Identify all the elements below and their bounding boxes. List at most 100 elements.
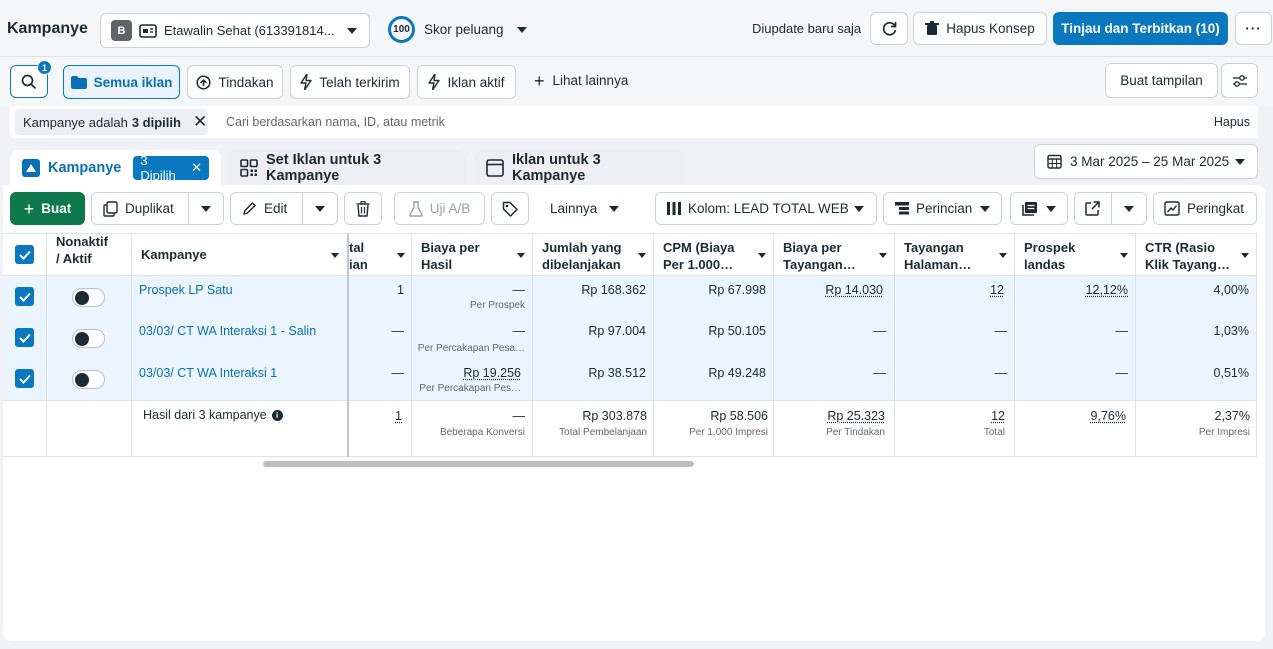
filter-chip[interactable]: Kampanye adalah 3 dipilih ✕ [15, 109, 208, 135]
ad-window-icon [486, 159, 504, 177]
breakdown-label: Perincian [916, 201, 973, 216]
columns-dropdown[interactable]: Kolom: LEAD TOTAL WEB [655, 192, 877, 225]
breakdown-dropdown[interactable]: Perincian [883, 192, 1002, 225]
account-selector[interactable]: B Etawalin Sehat (613391814... [100, 13, 370, 48]
info-icon[interactable]: i [271, 409, 283, 421]
publish-button[interactable]: Tinjau dan Terbitkan (10) [1053, 12, 1228, 45]
refresh-button[interactable] [870, 12, 908, 45]
export-button[interactable] [1074, 192, 1147, 225]
view-settings-button[interactable] [1221, 63, 1258, 98]
campaign-name-link[interactable]: 03/03/ CT WA Interaksi 1 [139, 366, 277, 380]
header-cost-per-result[interactable]: Biaya per Hasil [421, 239, 480, 282]
sort-chevron-icon[interactable] [1241, 253, 1249, 258]
header-cost-per-view[interactable]: Biaya per Tayangan… [783, 239, 856, 282]
campaign-toggle[interactable] [72, 329, 105, 348]
chevron-down-icon[interactable] [1124, 206, 1134, 212]
tab-actions[interactable]: Tindakan [187, 65, 283, 99]
header-toggle[interactable]: Nonaktif / Aktif [56, 233, 108, 276]
cost-per-result-value: — [512, 324, 526, 338]
summary-cost-per-result: — [512, 409, 526, 423]
more-icon: ··· [1245, 21, 1262, 36]
results-value: — [391, 324, 405, 338]
opportunity-score[interactable]: 100 Skor peluang [388, 16, 527, 43]
select-all-checkbox[interactable] [15, 245, 34, 264]
header-amount-spent[interactable]: Jumlah yang dibelanjakan [542, 239, 621, 282]
campaign-toggle[interactable] [72, 288, 105, 307]
search-icon [21, 74, 37, 90]
delete-button[interactable] [344, 192, 382, 225]
campaign-name-link[interactable]: 03/03/ CT WA Interaksi 1 - Salin [139, 324, 316, 338]
header-results[interactable]: tal ian [349, 239, 368, 282]
search-input[interactable]: Cari berdasarkan nama, ID, atau metrik [226, 115, 445, 129]
sliders-icon [1232, 74, 1248, 88]
summary-cost-per-view: Rp 25.323 [827, 409, 885, 423]
chevron-down-icon [516, 26, 527, 33]
summary-results: 1 [395, 409, 402, 423]
sort-chevron-icon[interactable] [397, 253, 405, 258]
filter-chip-value: 3 dipilih [131, 114, 181, 130]
ab-test-button[interactable]: Uji A/B [394, 192, 485, 225]
sort-chevron-icon[interactable] [517, 253, 525, 258]
chevron-down-icon [980, 206, 990, 212]
row-checkbox[interactable] [15, 369, 34, 388]
selected-badge[interactable]: 3 Dipilih ✕ [133, 153, 209, 183]
header-page-views[interactable]: Tayangan Halaman… [904, 239, 971, 282]
tab-active-ads[interactable]: Iklan aktif [417, 65, 516, 99]
horizontal-scrollbar[interactable] [263, 461, 694, 467]
see-more-label: Lihat lainnya [552, 73, 629, 88]
tab-adsets-label: Set Iklan untuk 3 Kampanye [266, 152, 382, 184]
sort-chevron-icon[interactable] [331, 253, 339, 258]
see-more-button[interactable]: + Lihat lainnya [534, 72, 629, 90]
chevron-down-icon[interactable] [201, 206, 211, 212]
tab-adsets[interactable]: Set Iklan untuk 3 Kampanye [228, 150, 466, 186]
close-icon[interactable]: ✕ [191, 160, 202, 176]
campaign-toggle[interactable] [72, 370, 105, 389]
arrow-up-circle-icon [196, 74, 212, 90]
tab-campaigns[interactable]: Kampanye 3 Dipilih ✕ [10, 150, 221, 186]
summary-label: Hasil dari 3 kampanye i [143, 408, 283, 422]
chevron-down-icon [1235, 159, 1245, 165]
sort-chevron-icon[interactable] [638, 253, 646, 258]
sort-chevron-icon[interactable] [879, 253, 887, 258]
sort-chevron-icon[interactable] [1120, 253, 1128, 258]
ranking-button[interactable]: Peringkat [1153, 192, 1257, 225]
plus-icon: + [23, 198, 35, 219]
score-gauge-icon: 100 [388, 16, 415, 43]
sort-chevron-icon[interactable] [758, 253, 766, 258]
row-checkbox[interactable] [15, 287, 34, 306]
more-options-button[interactable]: ··· [1235, 12, 1272, 45]
cost-per-result-subtext: Per Percakapan Pes… [419, 383, 521, 394]
tab-campaigns-label: Kampanye [48, 160, 122, 176]
edit-button[interactable]: Edit [230, 192, 338, 225]
row-checkbox[interactable] [15, 328, 34, 347]
reports-dropdown[interactable] [1010, 192, 1068, 225]
ctr-value: 0,51% [1213, 366, 1249, 380]
tab-delivered[interactable]: Telah terkirim [290, 65, 410, 99]
chevron-down-icon[interactable] [315, 206, 325, 212]
reports-icon [1022, 201, 1037, 216]
close-icon[interactable]: ✕ [193, 113, 207, 130]
delete-draft-button[interactable]: Hapus Konsep [913, 12, 1047, 45]
more-actions-dropdown[interactable]: Lainnya [550, 201, 620, 216]
header-cpm[interactable]: CPM (Biaya Per 1.000… [663, 239, 735, 282]
campaign-name-link[interactable]: Prospek LP Satu [139, 283, 233, 297]
sort-chevron-icon[interactable] [999, 253, 1007, 258]
chevron-down-icon [1046, 206, 1056, 212]
header-ctr[interactable]: CTR (Rasio Klik Tayang… [1145, 239, 1230, 282]
tab-ads[interactable]: Iklan untuk 3 Kampanye [474, 150, 684, 186]
trend-chart-icon [1164, 201, 1180, 216]
duplicate-button[interactable]: Duplikat [91, 192, 224, 225]
date-range-picker[interactable]: 3 Mar 2025 – 25 Mar 2025 [1034, 144, 1258, 179]
cpm-value: Rp 49.248 [708, 366, 766, 380]
leads-value: 12,12% [1085, 283, 1128, 297]
tag-button[interactable] [491, 192, 529, 225]
create-button[interactable]: + Buat [10, 192, 85, 225]
tab-all-ads[interactable]: Semua iklan [63, 65, 180, 99]
summary-page-views-subtext: Total [983, 427, 1005, 438]
ctr-value: 1,03% [1213, 324, 1249, 338]
search-button[interactable]: 1 [10, 60, 52, 98]
create-view-button[interactable]: Buat tampilan [1105, 63, 1218, 98]
clear-filters-link[interactable]: Hapus [1214, 115, 1250, 129]
tab-all-ads-label: Semua iklan [93, 74, 173, 90]
header-leads[interactable]: Prospek landas [1024, 239, 1075, 282]
